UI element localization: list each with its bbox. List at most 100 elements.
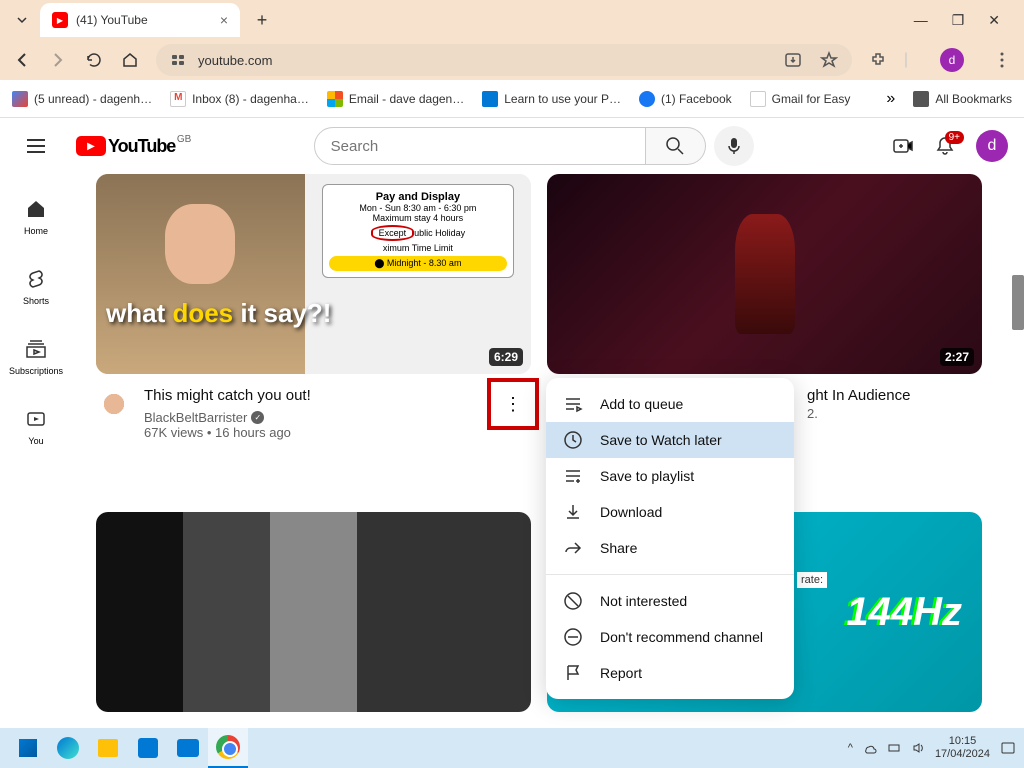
taskbar-edge[interactable]: [48, 728, 88, 768]
start-button[interactable]: [8, 728, 48, 768]
shorts-icon: [25, 268, 47, 290]
video-card-1: Pay and Display Mon - Sun 8:30 am - 6:30…: [96, 174, 531, 456]
tab-list-dropdown[interactable]: [8, 6, 36, 34]
mini-guide: Home Shorts Subscriptions You: [0, 174, 72, 729]
account-avatar[interactable]: d: [976, 130, 1008, 162]
extensions-button[interactable]: [868, 51, 888, 69]
menu-download[interactable]: Download: [546, 494, 794, 530]
notification-count: 9+: [945, 131, 964, 144]
sidebar-home[interactable]: Home: [4, 182, 68, 252]
video-thumbnail-1[interactable]: Pay and Display Mon - Sun 8:30 am - 6:30…: [96, 174, 531, 374]
video-title-2-partial[interactable]: ght In Audience: [807, 386, 982, 406]
browser-profile-avatar[interactable]: d: [940, 48, 964, 72]
tray-notifications-icon[interactable]: [1000, 740, 1016, 756]
sidebar-shorts[interactable]: Shorts: [4, 252, 68, 322]
notifications-button[interactable]: 9+: [934, 135, 956, 157]
home-icon: [25, 198, 47, 220]
forward-button[interactable]: [48, 51, 68, 69]
video-stats-1: 67K views • 16 hours ago: [144, 425, 483, 440]
windows-taskbar: ^ 10:15 17/04/2024: [0, 728, 1024, 768]
site-settings-icon[interactable]: [170, 52, 186, 68]
maximize-button[interactable]: ❐: [952, 12, 965, 29]
menu-dont-recommend[interactable]: Don't recommend channel: [546, 619, 794, 655]
youtube-logo-icon: [76, 136, 106, 156]
menu-save-watch-later[interactable]: Save to Watch later: [546, 422, 794, 458]
menu-report[interactable]: Report: [546, 655, 794, 691]
youtube-favicon: [52, 12, 68, 28]
all-bookmarks[interactable]: All Bookmarks: [913, 91, 1012, 107]
menu-divider: [546, 574, 794, 575]
system-clock[interactable]: 10:15 17/04/2024: [935, 735, 990, 761]
video-thumbnail-2[interactable]: 2:27: [547, 174, 982, 374]
menu-add-to-queue[interactable]: Add to queue: [546, 386, 794, 422]
flag-icon: [562, 663, 584, 683]
close-window-button[interactable]: ✕: [988, 12, 1000, 29]
annotation-highlight: [487, 378, 539, 430]
block-channel-icon: [562, 627, 584, 647]
back-button[interactable]: [12, 51, 32, 69]
mic-icon: [726, 136, 742, 156]
thumbnail-hz-text: 144Hz: [846, 590, 962, 635]
browser-menu-button[interactable]: [992, 51, 1012, 69]
tray-network-icon[interactable]: [887, 741, 901, 755]
playlist-add-icon: [562, 466, 584, 486]
close-tab-icon[interactable]: ×: [220, 12, 228, 28]
menu-share[interactable]: Share: [546, 530, 794, 566]
not-interested-icon: [562, 591, 584, 611]
tray-volume-icon[interactable]: [911, 741, 925, 755]
taskbar-store[interactable]: [128, 728, 168, 768]
new-tab-button[interactable]: +: [248, 6, 276, 34]
url-text: youtube.com: [198, 53, 272, 68]
queue-icon: [562, 394, 584, 414]
search-icon: [665, 136, 685, 156]
install-app-icon[interactable]: [784, 51, 802, 69]
bookmark-mail[interactable]: (5 unread) - dagenh…: [12, 91, 152, 107]
home-button[interactable]: [120, 51, 140, 69]
video-more-button-1[interactable]: ⋮: [495, 386, 531, 422]
tray-onedrive-icon[interactable]: [863, 741, 877, 755]
clock-icon: [562, 430, 584, 450]
taskbar-mail[interactable]: [168, 728, 208, 768]
thumbnail-text: what does it say?!: [106, 298, 331, 329]
taskbar-explorer[interactable]: [88, 728, 128, 768]
minimize-button[interactable]: —: [914, 12, 928, 29]
channel-avatar-1[interactable]: [96, 386, 132, 422]
bookmark-gmail-easy[interactable]: Gmail for Easy: [750, 91, 851, 107]
tray-chevron-icon[interactable]: ^: [848, 742, 853, 754]
bookmarks-overflow[interactable]: »: [886, 90, 895, 108]
sidebar-subscriptions[interactable]: Subscriptions: [4, 322, 68, 392]
guide-menu-button[interactable]: [16, 126, 56, 166]
youtube-logo-text: YouTube: [108, 136, 175, 157]
menu-save-playlist[interactable]: Save to playlist: [546, 458, 794, 494]
youtube-header: YouTube GB 9+ d: [0, 118, 1024, 174]
menu-not-interested[interactable]: Not interested: [546, 583, 794, 619]
video-thumbnail-3[interactable]: [96, 512, 531, 712]
taskbar-chrome[interactable]: [208, 728, 248, 768]
bookmark-learn[interactable]: Learn to use your P…: [482, 91, 621, 107]
library-icon: [25, 408, 47, 430]
create-button[interactable]: [892, 135, 914, 157]
bookmark-gmail-inbox[interactable]: Inbox (8) - dagenha…: [170, 91, 309, 107]
bookmark-facebook[interactable]: (1) Facebook: [639, 91, 732, 107]
browser-tab-youtube[interactable]: (41) YouTube ×: [40, 3, 240, 37]
tab-bar: (41) YouTube × + — ❐ ✕: [0, 0, 1024, 40]
address-bar[interactable]: youtube.com: [156, 44, 852, 76]
channel-name-1[interactable]: BlackBeltBarrister: [144, 410, 247, 425]
verified-icon: ✓: [251, 411, 264, 424]
bookmark-star-icon[interactable]: [820, 51, 838, 69]
tab-title: (41) YouTube: [76, 13, 148, 27]
video-title-1[interactable]: This might catch you out!: [144, 386, 483, 406]
search-input[interactable]: [314, 127, 646, 165]
voice-search-button[interactable]: [714, 126, 754, 166]
youtube-logo[interactable]: YouTube GB: [76, 136, 175, 157]
scrollbar-thumb[interactable]: [1012, 275, 1024, 330]
video-duration: 6:29: [489, 348, 523, 366]
reload-button[interactable]: [84, 51, 104, 69]
subscriptions-icon: [25, 338, 47, 360]
sidebar-you[interactable]: You: [4, 392, 68, 462]
search-button[interactable]: [646, 127, 706, 165]
window-controls: — ❐ ✕: [914, 12, 1016, 29]
bookmark-outlook[interactable]: Email - dave dagen…: [327, 91, 464, 107]
country-code: GB: [177, 134, 191, 145]
nav-bar: youtube.com | d: [0, 40, 1024, 80]
